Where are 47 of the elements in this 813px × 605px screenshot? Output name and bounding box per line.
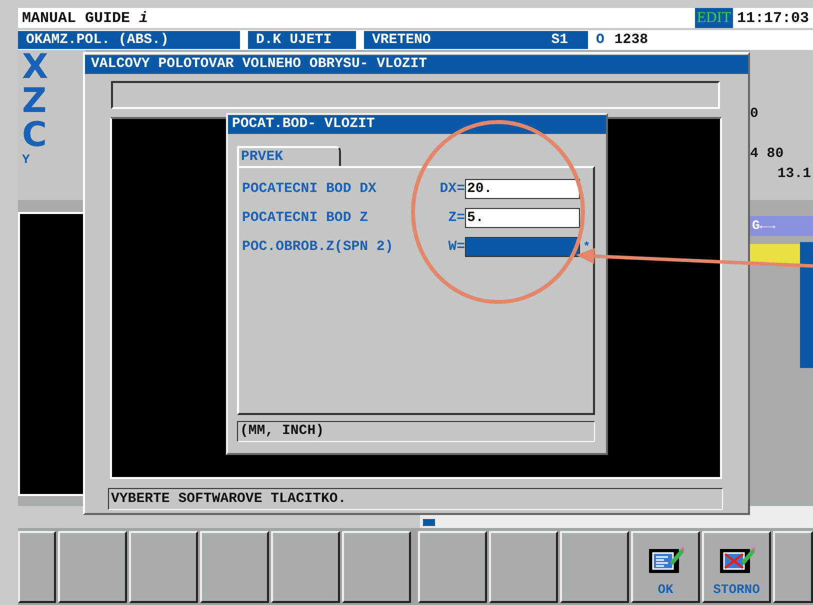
axis-letter: C: [22, 118, 48, 152]
dialog-title: POCAT.BOD- VLOZIT: [228, 115, 606, 134]
softkey-button[interactable]: [418, 531, 487, 603]
softkey-button[interactable]: [18, 531, 56, 603]
side-label: G←→: [750, 216, 813, 236]
softkey-button[interactable]: [200, 531, 269, 603]
softkey-button[interactable]: [129, 531, 198, 603]
input-field[interactable]: [111, 81, 720, 109]
input-field[interactable]: 5.: [465, 208, 580, 228]
field-label: POCATECNI BOD DX: [242, 180, 378, 196]
field-prefix: Z=: [447, 210, 465, 226]
reading-value: 0: [750, 105, 760, 124]
softkey-button[interactable]: [271, 531, 340, 603]
highlight-bar: [750, 244, 800, 264]
softkey-button[interactable]: [773, 531, 813, 603]
softkey-button[interactable]: [489, 531, 558, 603]
softkey-button[interactable]: [58, 531, 127, 603]
mode-indicator: EDIT: [694, 8, 733, 28]
field-label: POCATECNI BOD Z: [242, 210, 370, 226]
program-letter: O: [596, 32, 604, 48]
program-number: 1238: [614, 32, 648, 48]
axis-letter: X: [22, 50, 50, 84]
softkey-button[interactable]: STORNO: [702, 531, 771, 603]
softkey-button[interactable]: OK: [631, 531, 700, 603]
softkey-button[interactable]: [560, 531, 629, 603]
field-prefix: DX=: [438, 180, 465, 196]
cursor-mark: [423, 519, 435, 526]
field-prefix: W=: [447, 238, 465, 254]
softkey-button[interactable]: [342, 531, 411, 603]
input-field[interactable]: [465, 236, 580, 256]
document-pencil-icon: [648, 546, 684, 574]
reading-value: 4 80: [750, 145, 785, 164]
field-label: POC.OBROB.Z(SPN 2): [242, 238, 394, 254]
info-label: OKAMZ.POL. (ABS.): [26, 32, 169, 48]
info-label: VRETENO: [372, 32, 431, 48]
required-marker: *: [583, 240, 590, 254]
clock-time: 11:17:03: [736, 10, 810, 26]
axis-letter: Z: [22, 84, 48, 118]
tab[interactable]: PRVEK: [237, 146, 341, 166]
input-field[interactable]: 20.: [465, 178, 580, 198]
document-cross-icon: [718, 546, 754, 574]
dialog-title: VALCOVY POLOTOVAR VOLNEHO OBRYSU- VLOZIT: [85, 55, 748, 74]
app-title: MANUAL GUIDE i: [21, 10, 150, 26]
reading-value: 13.1: [777, 165, 812, 184]
info-value: S1: [551, 32, 569, 48]
info-label: D.K UJETI: [256, 32, 332, 48]
axis-letter: Y: [22, 152, 31, 168]
